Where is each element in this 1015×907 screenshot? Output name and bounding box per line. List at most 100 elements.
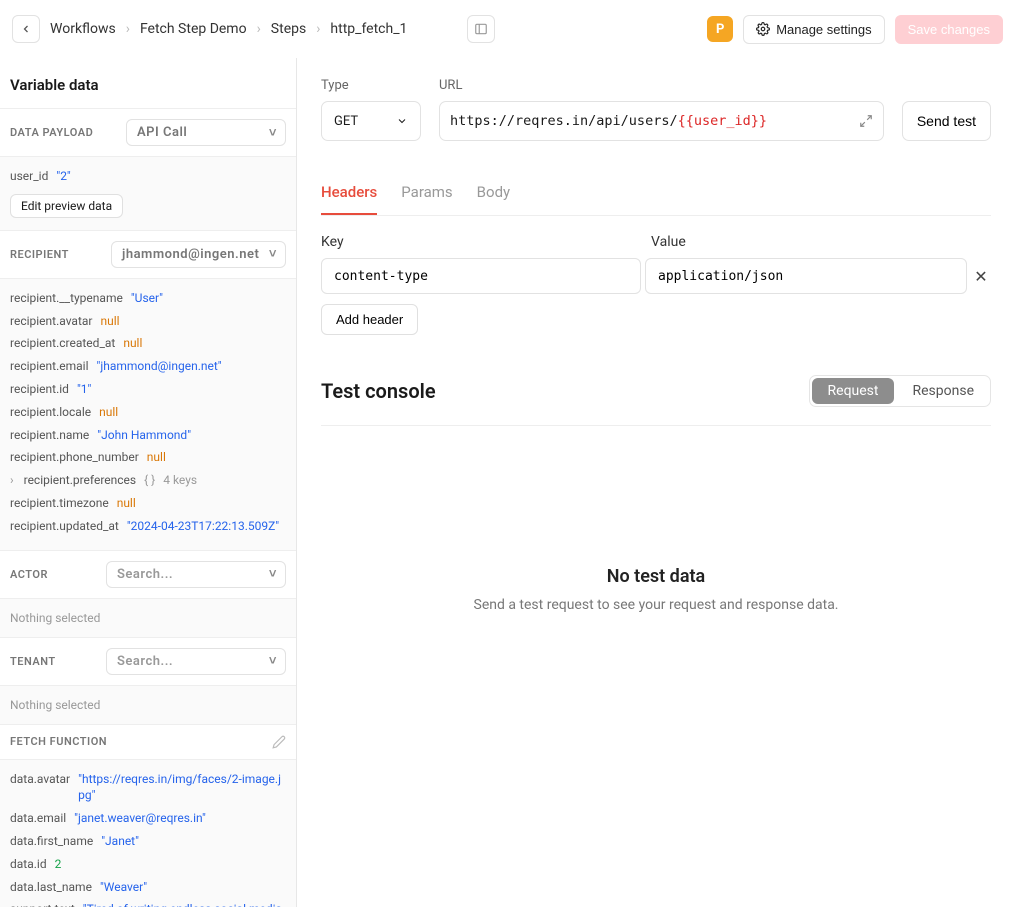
variable-row[interactable]: data.first_name "Janet" — [10, 830, 286, 853]
empty-title: No test data — [321, 566, 991, 587]
expand-icon[interactable] — [859, 114, 873, 128]
variable-key: data.id — [10, 856, 47, 873]
variable-key: recipient.created_at — [10, 335, 115, 352]
variable-row[interactable]: support.text "Tired of writing endless so… — [10, 898, 286, 907]
tab-body[interactable]: Body — [477, 173, 510, 215]
section-data-payload: DATA PAYLOAD API Call ˅ — [0, 109, 296, 157]
variable-key: recipient.name — [10, 427, 89, 444]
header-row: ✕ — [321, 258, 991, 294]
variable-row[interactable]: recipient.updated_at "2024-04-23T17:22:13… — [10, 515, 286, 538]
gear-icon — [756, 22, 770, 36]
tab-headers[interactable]: Headers — [321, 173, 377, 215]
type-field: Type GET — [321, 78, 421, 141]
section-actor: ACTOR Search... ˅ — [0, 551, 296, 599]
section-label: RECIPIENT — [10, 248, 69, 261]
environment-badge[interactable]: P — [707, 16, 733, 42]
variable-value: "jhammond@ingen.net" — [97, 358, 222, 375]
manage-settings-button[interactable]: Manage settings — [743, 15, 884, 44]
variable-key: recipient.updated_at — [10, 518, 119, 535]
key-column-label: Key — [321, 234, 641, 250]
empty-subtitle: Send a test request to see your request … — [321, 597, 991, 613]
variable-key: support.text — [10, 901, 75, 907]
variable-row[interactable]: recipient.avatar null — [10, 310, 286, 333]
variable-row[interactable]: data.avatar"https://reqres.in/img/faces/… — [10, 768, 286, 808]
segment-request[interactable]: Request — [812, 378, 895, 404]
crumb-workflows[interactable]: Workflows — [50, 21, 116, 37]
divider — [321, 425, 991, 426]
chevron-down-icon — [396, 115, 408, 127]
manage-settings-label: Manage settings — [776, 22, 871, 37]
type-label: Type — [321, 78, 421, 93]
variable-row[interactable]: recipient.locale null — [10, 401, 286, 424]
header-key-input[interactable] — [321, 258, 641, 294]
variable-row[interactable]: data.id 2 — [10, 853, 286, 876]
variable-value: null — [99, 404, 118, 421]
recipient-select[interactable]: jhammond@ingen.net ˅ — [111, 241, 286, 268]
variable-row[interactable]: recipient.created_at null — [10, 332, 286, 355]
data-payload-block: user_id"2" Edit preview data — [0, 157, 296, 231]
variable-key: recipient.avatar — [10, 313, 92, 330]
variable-value: "Tired of writing endless social media c… — [83, 901, 286, 907]
variable-value: null — [123, 335, 142, 352]
segment-response[interactable]: Response — [896, 376, 990, 406]
add-header-button[interactable]: Add header — [321, 304, 418, 335]
variable-row[interactable]: ›recipient.preferences{ }4 keys — [10, 469, 286, 492]
variable-row[interactable]: user_id"2" — [10, 165, 286, 188]
pencil-icon[interactable] — [272, 735, 286, 749]
variable-value: "https://reqres.in/img/faces/2-image.jpg… — [78, 771, 286, 805]
section-label: FETCH FUNCTION — [10, 735, 107, 748]
variable-value: "Janet" — [101, 833, 139, 850]
sidebar-title: Variable data — [0, 58, 296, 109]
variable-value: null — [100, 313, 119, 330]
variable-key: data.email — [10, 810, 66, 827]
actor-search[interactable]: Search... ˅ — [106, 561, 286, 588]
variable-row[interactable]: data.last_name"Weaver" — [10, 876, 286, 899]
topbar: Workflows › Fetch Step Demo › Steps › ht… — [0, 0, 1015, 58]
section-recipient: RECIPIENT jhammond@ingen.net ˅ — [0, 231, 296, 279]
variable-row[interactable]: recipient.email"jhammond@ingen.net" — [10, 355, 286, 378]
panel-toggle-button[interactable] — [467, 15, 495, 43]
variable-value: 2 — [55, 856, 62, 873]
variable-value: "Weaver" — [100, 879, 147, 896]
variable-row[interactable]: recipient.timezonenull — [10, 492, 286, 515]
data-payload-select[interactable]: API Call ˅ — [126, 119, 286, 146]
section-label: DATA PAYLOAD — [10, 126, 93, 139]
variable-key: recipient.preferences — [24, 472, 137, 489]
crumb-demo[interactable]: Fetch Step Demo — [140, 21, 247, 37]
header-value-input[interactable] — [645, 258, 967, 294]
variable-key: data.first_name — [10, 833, 93, 850]
url-value: https://reqres.in/api/users/{{user_id}} — [450, 113, 851, 129]
url-field: URL https://reqres.in/api/users/{{user_i… — [439, 78, 884, 141]
variable-key: recipient.locale — [10, 404, 91, 421]
variable-meta: 4 keys — [163, 472, 197, 489]
recipient-value: jhammond@ingen.net — [122, 247, 259, 262]
edit-preview-data-button[interactable]: Edit preview data — [10, 194, 123, 218]
send-test-button[interactable]: Send test — [902, 101, 991, 141]
chevron-down-icon: ˅ — [269, 125, 277, 141]
crumb-steps[interactable]: Steps — [271, 21, 306, 37]
tenant-search[interactable]: Search... ˅ — [106, 648, 286, 675]
variable-value: "2024-04-23T17:22:13.509Z" — [127, 518, 279, 535]
variable-row[interactable]: recipient.phone_numbernull — [10, 446, 286, 469]
http-method-select[interactable]: GET — [321, 101, 421, 141]
sidebar: Variable data DATA PAYLOAD API Call ˅ us… — [0, 58, 297, 907]
variable-row[interactable]: recipient.__typename"User" — [10, 287, 286, 310]
test-console-title: Test console — [321, 379, 436, 403]
headers-columns: Key Value — [321, 234, 991, 250]
actor-placeholder: Search... — [117, 567, 173, 582]
tab-params[interactable]: Params — [401, 173, 452, 215]
url-input[interactable]: https://reqres.in/api/users/{{user_id}} — [439, 101, 884, 141]
chevron-right-icon: › — [126, 21, 130, 37]
variable-row[interactable]: recipient.name"John Hammond" — [10, 424, 286, 447]
variable-row[interactable]: data.email"janet.weaver@reqres.in" — [10, 807, 286, 830]
breadcrumbs: Workflows › Fetch Step Demo › Steps › ht… — [50, 21, 407, 37]
remove-header-button[interactable]: ✕ — [971, 267, 991, 286]
variable-row[interactable]: recipient.id"1" — [10, 378, 286, 401]
variable-value: null — [147, 449, 166, 466]
back-button[interactable] — [12, 15, 40, 43]
save-changes-button[interactable]: Save changes — [895, 15, 1003, 44]
section-label: TENANT — [10, 655, 56, 668]
variable-value: "2" — [56, 168, 70, 185]
variable-value: "User" — [131, 290, 163, 307]
actor-empty: Nothing selected — [0, 599, 296, 638]
